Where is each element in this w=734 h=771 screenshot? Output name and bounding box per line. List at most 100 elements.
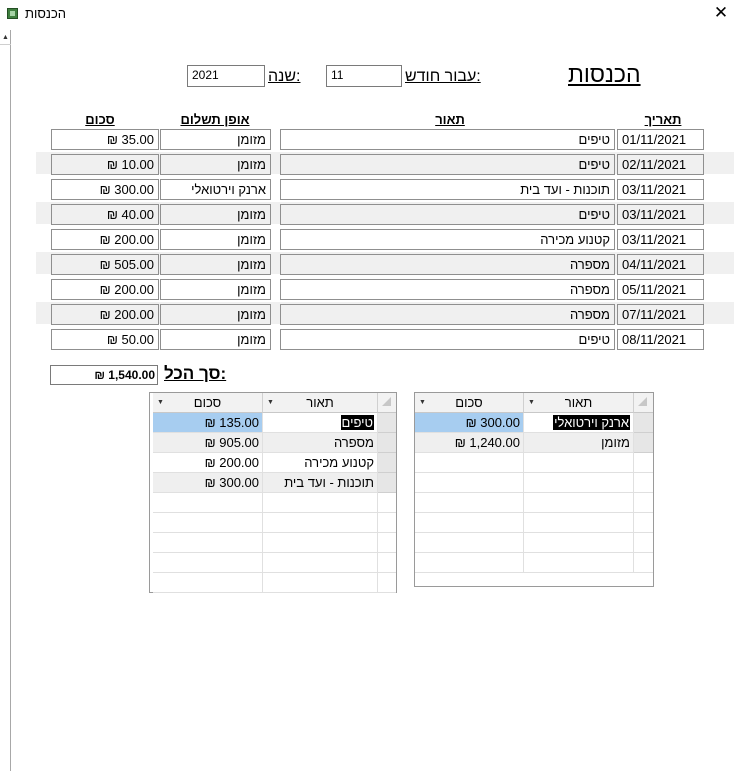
left_grid-description-cell[interactable]: קטנוע מכירה [263,453,378,473]
left-grid-header-amount[interactable]: ▼ סכום [153,393,263,413]
payment-method-field[interactable]: מזומן [160,279,271,300]
right_grid-description-cell[interactable] [524,493,634,513]
description-field[interactable]: קטנוע מכירה [280,229,615,250]
right-grid-select-all[interactable] [634,393,653,413]
left-grid-header-description[interactable]: ▼ תאור [263,393,378,413]
amount-field[interactable]: ₪ 40.00 [51,204,159,225]
summary-by-payment-grid[interactable]: ▼ סכום ▼ תאור ₪ 300.00 ארנק וירטואלי ₪ 1,240… [414,392,654,587]
right_grid-amount-cell[interactable] [415,513,524,533]
right_grid-row-selector[interactable] [634,513,653,533]
left_grid-description-cell[interactable]: טיפים [263,413,378,433]
month-input[interactable]: 11 [326,65,402,87]
left_grid-description-cell[interactable]: מספרה [263,433,378,453]
date-field[interactable]: 08/11/2021 [617,329,704,350]
left_grid-row-selector[interactable] [378,513,396,533]
left_grid-amount-cell[interactable] [153,513,263,533]
payment-method-field[interactable]: ארנק וירטואלי [160,179,271,200]
right_grid-amount-cell[interactable] [415,533,524,553]
left_grid-amount-cell[interactable]: ₪ 300.00 [153,473,263,493]
date-field[interactable]: 02/11/2021 [617,154,704,175]
left_grid-row-selector[interactable] [378,553,396,573]
payment-method-field[interactable]: מזומן [160,204,271,225]
left_grid-description-cell[interactable] [263,533,378,553]
date-field[interactable]: 07/11/2021 [617,304,704,325]
left_grid-row-selector[interactable] [378,413,396,433]
right-grid-header-amount[interactable]: ▼ סכום [415,393,524,413]
right_grid-description-cell[interactable] [524,473,634,493]
left_grid-amount-cell[interactable] [153,533,263,553]
left_grid-amount-cell[interactable] [153,553,263,573]
left_grid-row-selector[interactable] [378,573,396,593]
description-field[interactable]: טיפים [280,129,615,150]
payment-method-field[interactable]: מזומן [160,154,271,175]
description-field[interactable]: טיפים [280,204,615,225]
description-field[interactable]: טיפים [280,329,615,350]
right_grid-description-cell[interactable]: ארנק וירטואלי [524,413,634,433]
date-field[interactable]: 03/11/2021 [617,229,704,250]
left_grid-amount-cell[interactable]: ₪ 135.00 [153,413,263,433]
amount-field[interactable]: ₪ 200.00 [51,279,159,300]
right_grid-amount-cell[interactable] [415,493,524,513]
left_grid-description-cell[interactable] [263,573,378,593]
right_grid-description-cell[interactable] [524,533,634,553]
left_grid-description-cell[interactable] [263,553,378,573]
date-field[interactable]: 05/11/2021 [617,279,704,300]
payment-method-field[interactable]: מזומן [160,304,271,325]
left_grid-amount-cell[interactable]: ₪ 200.00 [153,453,263,473]
right_grid-description-cell[interactable] [524,553,634,573]
left_grid-row-selector[interactable] [378,433,396,453]
close-icon[interactable]: ✕ [712,4,730,22]
left_grid-row-selector[interactable] [378,473,396,493]
right_grid-description-cell[interactable] [524,513,634,533]
description-field[interactable]: מספרה [280,254,615,275]
right_grid-row-selector[interactable] [634,433,653,453]
left-grid-select-all[interactable] [378,393,396,413]
right_grid-amount-cell[interactable] [415,453,524,473]
right_grid-amount-cell[interactable] [415,553,524,573]
scroll-up-icon[interactable]: ▲ [0,31,11,45]
payment-method-field[interactable]: מזומן [160,129,271,150]
amount-field[interactable]: ₪ 10.00 [51,154,159,175]
left_grid-row-selector[interactable] [378,453,396,473]
left_grid-row-selector[interactable] [378,533,396,553]
right_grid-row-selector[interactable] [634,553,653,573]
right_grid-row-selector[interactable] [634,493,653,513]
right_grid-description-cell[interactable]: מזומן [524,433,634,453]
description-field[interactable]: מספרה [280,279,615,300]
description-field[interactable]: מספרה [280,304,615,325]
date-field[interactable]: 03/11/2021 [617,204,704,225]
payment-method-field[interactable]: מזומן [160,229,271,250]
left_grid-description-cell[interactable] [263,493,378,513]
amount-field[interactable]: ₪ 50.00 [51,329,159,350]
right-grid-header-description[interactable]: ▼ תאור [524,393,634,413]
right_grid-row-selector[interactable] [634,533,653,553]
payment-method-field[interactable]: מזומן [160,329,271,350]
left_grid-amount-cell[interactable] [153,493,263,513]
amount-field[interactable]: ₪ 35.00 [51,129,159,150]
right_grid-amount-cell[interactable]: ₪ 1,240.00 [415,433,524,453]
right_grid-row-selector[interactable] [634,413,653,433]
summary-by-description-grid[interactable]: ▼ סכום ▼ תאור ₪ 135.00 טיפים ₪ 905.00 מספרה ₪ … [149,392,397,593]
left_grid-amount-cell[interactable] [153,573,263,593]
right_grid-row-selector[interactable] [634,453,653,473]
left_grid-row-selector[interactable] [378,493,396,513]
right_grid-description-cell[interactable] [524,453,634,473]
date-field[interactable]: 03/11/2021 [617,179,704,200]
date-field[interactable]: 04/11/2021 [617,254,704,275]
description-field[interactable]: טיפים [280,154,615,175]
amount-field[interactable]: ₪ 200.00 [51,304,159,325]
date-field[interactable]: 01/11/2021 [617,129,704,150]
description-field[interactable]: תוכנות - ועד בית [280,179,615,200]
left_grid-description-cell[interactable] [263,513,378,533]
vertical-scrollbar[interactable] [0,30,11,771]
right_grid-row-selector[interactable] [634,473,653,493]
payment-method-field[interactable]: מזומן [160,254,271,275]
amount-field[interactable]: ₪ 200.00 [51,229,159,250]
right_grid-amount-cell[interactable]: ₪ 300.00 [415,413,524,433]
right_grid-amount-cell[interactable] [415,473,524,493]
left_grid-amount-cell[interactable]: ₪ 905.00 [153,433,263,453]
amount-field[interactable]: ₪ 505.00 [51,254,159,275]
year-input[interactable]: 2021 [187,65,265,87]
amount-field[interactable]: ₪ 300.00 [51,179,159,200]
left_grid-description-cell[interactable]: תוכנות - ועד בית [263,473,378,493]
